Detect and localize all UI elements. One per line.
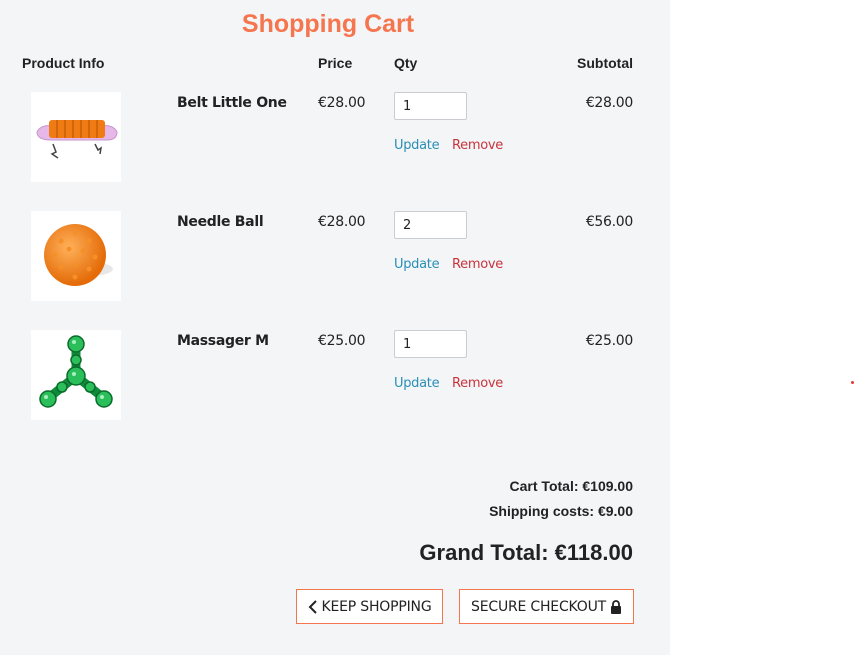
lock-icon (610, 599, 621, 614)
cart-row: Belt Little One €28.00 Update Remove €28… (0, 92, 670, 192)
cart-total: Cart Total: €109.00 (509, 478, 633, 494)
remove-link[interactable]: Remove (452, 257, 503, 272)
secure-checkout-button[interactable]: SECURE CHECKOUT (459, 589, 634, 624)
cart-row: Massager M €25.00 Update Remove €25.00 (0, 330, 670, 430)
cart-panel: Shopping Cart Product Info Price Qty Sub… (0, 0, 670, 655)
column-header-subtotal: Subtotal (577, 55, 633, 71)
update-link[interactable]: Update (394, 138, 440, 153)
belt-image (36, 120, 118, 159)
massager-image (39, 335, 113, 408)
update-link[interactable]: Update (394, 257, 440, 272)
shipping-costs: Shipping costs: €9.00 (489, 503, 633, 519)
needle-ball-image (44, 224, 113, 286)
page-title: Shopping Cart (241, 10, 415, 38)
product-price: €28.00 (318, 214, 366, 230)
column-header-product: Product Info (22, 55, 105, 71)
update-link[interactable]: Update (394, 376, 440, 391)
keep-shopping-label: KEEP SHOPPING (321, 598, 432, 615)
cart-row: Needle Ball €28.00 Update Remove €56.00 (0, 211, 670, 311)
product-price: €25.00 (318, 333, 366, 349)
secure-checkout-label: SECURE CHECKOUT (471, 598, 606, 615)
column-header-price: Price (318, 55, 353, 71)
quantity-input[interactable] (394, 92, 467, 120)
product-subtotal: €28.00 (585, 95, 633, 111)
product-subtotal: €56.00 (585, 214, 633, 230)
column-header-qty: Qty (394, 55, 418, 71)
product-name[interactable]: Needle Ball (177, 214, 264, 230)
product-name[interactable]: Belt Little One (177, 95, 287, 111)
product-name[interactable]: Massager M (177, 333, 269, 349)
product-subtotal: €25.00 (585, 333, 633, 349)
remove-link[interactable]: Remove (452, 138, 503, 153)
product-image-belt[interactable] (31, 92, 121, 182)
keep-shopping-button[interactable]: KEEP SHOPPING (296, 589, 443, 624)
remove-link[interactable]: Remove (452, 376, 503, 391)
product-price: €28.00 (318, 95, 366, 111)
grand-total: Grand Total: €118.00 (419, 540, 633, 565)
red-dot-marker (851, 381, 854, 384)
product-image-needle-ball[interactable] (31, 211, 121, 301)
product-image-massager[interactable] (31, 330, 121, 420)
quantity-input[interactable] (394, 330, 467, 358)
quantity-input[interactable] (394, 211, 467, 239)
chevron-left-icon (308, 599, 317, 614)
